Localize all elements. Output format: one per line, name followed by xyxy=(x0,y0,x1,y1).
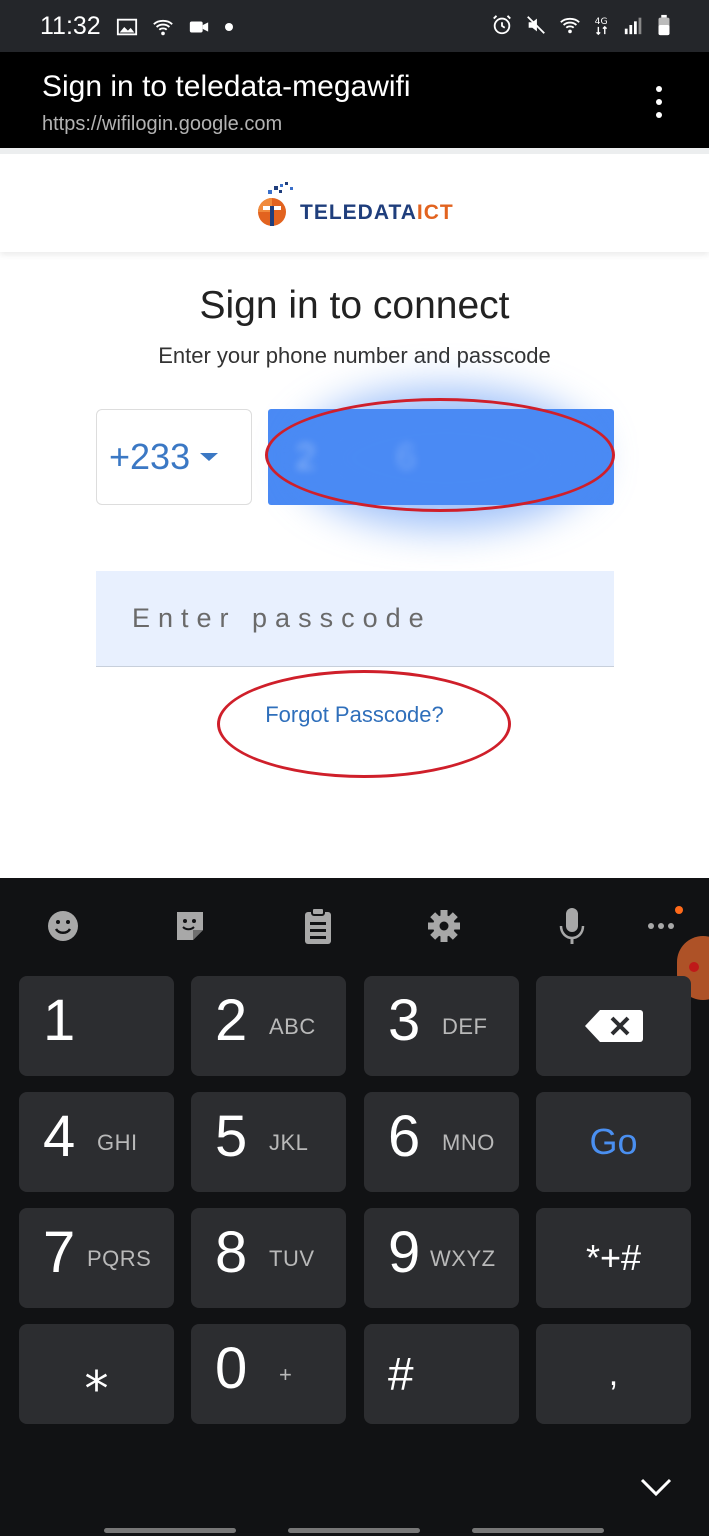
page-title: Sign in to teledata-megawifi xyxy=(42,70,411,103)
more-vert-icon[interactable] xyxy=(651,86,667,118)
keyboard-toolbar xyxy=(0,878,709,974)
phone-number-field[interactable] xyxy=(268,409,614,505)
microphone-icon[interactable] xyxy=(555,906,589,946)
status-time: 11:32 xyxy=(40,12,101,40)
key-8-letters: TUV xyxy=(269,1246,315,1271)
key-5[interactable]: 5 JKL xyxy=(191,1092,346,1192)
image-icon xyxy=(116,16,138,38)
browser-header: Sign in to teledata-megawifi https://wif… xyxy=(0,52,709,148)
web-content: TELEDATAICT Sign in to connect Enter you… xyxy=(0,148,709,878)
comma-key-label: , xyxy=(608,1354,619,1393)
status-bar: 11:32 4G xyxy=(0,0,709,52)
forgot-passcode-link[interactable]: Forgot Passcode? xyxy=(0,702,709,728)
comma-key[interactable]: , xyxy=(536,1324,691,1424)
symbols-key-label: *+# xyxy=(585,1237,642,1278)
system-nav-bar xyxy=(0,1488,709,1536)
brand-name-accent: ICT xyxy=(416,201,454,224)
nav-back-button[interactable] xyxy=(472,1528,604,1533)
symbols-key[interactable]: *+# xyxy=(536,1208,691,1308)
key-5-number: 5 xyxy=(215,1104,248,1169)
star-key-label: ⁎ xyxy=(84,1348,109,1401)
key-6-number: 6 xyxy=(388,1104,421,1169)
country-code-select[interactable]: +233 xyxy=(96,409,252,505)
key-7-letters: PQRS xyxy=(87,1246,152,1271)
passcode-field[interactable] xyxy=(96,571,614,667)
4g-signal-icon: 4G xyxy=(593,14,611,36)
key-6-letters: MNO xyxy=(442,1130,495,1155)
key-4-letters: GHI xyxy=(97,1130,138,1155)
key-9[interactable]: 9 WXYZ xyxy=(364,1208,519,1308)
key-2[interactable]: 2 ABC xyxy=(191,976,346,1076)
key-3[interactable]: 3 DEF xyxy=(364,976,519,1076)
key-4[interactable]: 4 GHI xyxy=(19,1092,174,1192)
emoji-icon[interactable] xyxy=(46,906,80,946)
brand-name: TELEDATAICT xyxy=(300,201,454,225)
battery-icon xyxy=(657,14,671,36)
key-0[interactable]: 0 + xyxy=(191,1324,346,1424)
key-3-letters: DEF xyxy=(442,1014,488,1039)
key-9-letters: WXYZ xyxy=(430,1246,496,1271)
sticker-icon[interactable] xyxy=(173,906,207,946)
key-4-number: 4 xyxy=(43,1104,76,1169)
notification-dot xyxy=(675,906,683,914)
hash-key[interactable]: # xyxy=(364,1324,519,1424)
phone-number-input[interactable] xyxy=(296,436,614,478)
network-label: 4G xyxy=(595,16,608,27)
page-url: https://wifilogin.google.com xyxy=(42,113,283,135)
key-9-number: 9 xyxy=(388,1220,421,1285)
key-1[interactable]: 1 xyxy=(19,976,174,1076)
go-key-label: Go xyxy=(589,1121,638,1162)
hash-key-label: # xyxy=(388,1348,414,1400)
nav-recent-button[interactable] xyxy=(104,1528,236,1533)
key-0-plus: + xyxy=(279,1362,292,1387)
key-1-number: 1 xyxy=(43,988,76,1053)
key-0-number: 0 xyxy=(215,1336,248,1401)
backspace-key[interactable] xyxy=(536,976,691,1076)
country-code-value: +233 xyxy=(109,436,191,477)
status-right-icons: 4G xyxy=(491,14,671,36)
brand-bar: TELEDATAICT xyxy=(0,148,709,252)
key-5-letters: JKL xyxy=(269,1130,309,1155)
signin-title: Sign in to connect xyxy=(199,284,510,327)
brand-name-main: TELEDATA xyxy=(300,201,417,224)
star-key[interactable]: ⁎ xyxy=(19,1324,174,1424)
signin-subtitle: Enter your phone number and passcode xyxy=(158,343,551,368)
dot-icon xyxy=(224,22,234,32)
video-icon xyxy=(188,16,210,38)
alarm-icon xyxy=(491,14,513,36)
key-6[interactable]: 6 MNO xyxy=(364,1092,519,1192)
numeric-keyboard: 1 2 ABC 3 DEF 4 GHI 5 JKL 6 MNO Go 7 PQR… xyxy=(0,878,709,1536)
settings-icon[interactable] xyxy=(427,906,461,946)
caret-down-icon xyxy=(200,453,219,461)
nav-home-button[interactable] xyxy=(288,1528,420,1533)
key-7[interactable]: 7 PQRS xyxy=(19,1208,174,1308)
status-left-icons xyxy=(116,16,234,38)
backspace-icon xyxy=(536,976,691,1076)
signal-bars-icon xyxy=(623,14,645,36)
key-2-number: 2 xyxy=(215,988,248,1053)
clipboard-icon[interactable] xyxy=(301,906,335,946)
key-3-number: 3 xyxy=(388,988,421,1053)
key-8-number: 8 xyxy=(215,1220,248,1285)
wifi-icon xyxy=(559,14,581,36)
passcode-input[interactable] xyxy=(132,603,614,634)
wifi-calling-icon xyxy=(152,16,174,38)
teledata-logo-icon xyxy=(258,182,293,226)
key-8[interactable]: 8 TUV xyxy=(191,1208,346,1308)
key-7-number: 7 xyxy=(43,1220,76,1285)
mute-icon xyxy=(525,14,547,36)
go-key[interactable]: Go xyxy=(536,1092,691,1192)
key-2-letters: ABC xyxy=(269,1014,316,1039)
